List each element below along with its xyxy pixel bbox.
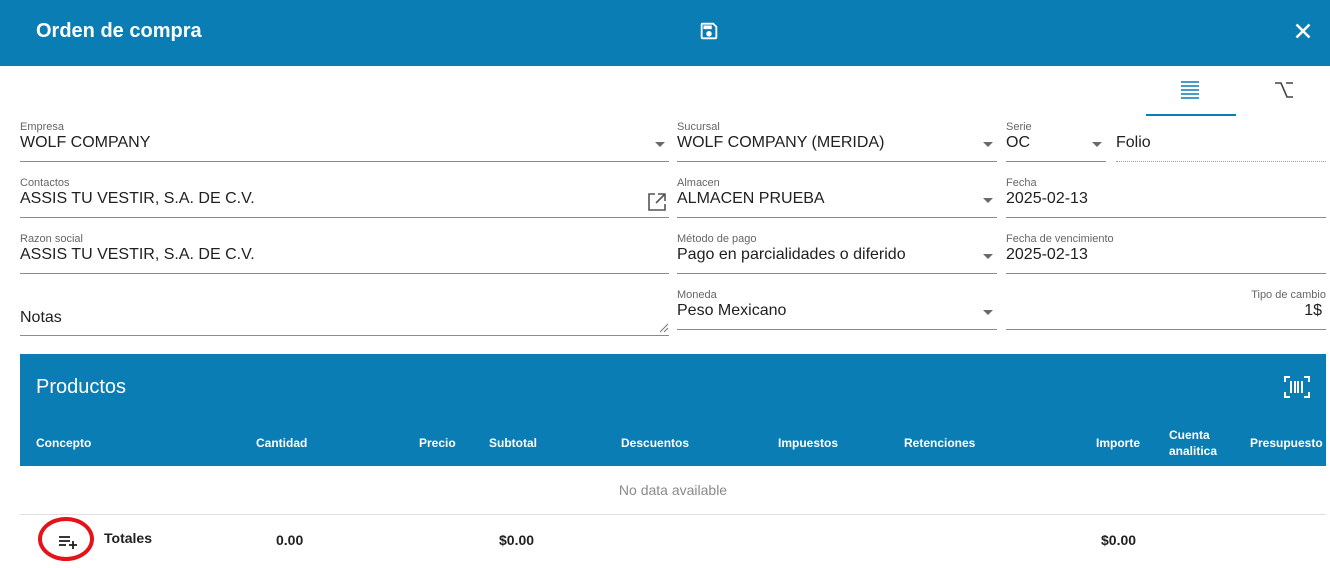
almacen-select[interactable]: Almacen ALMACEN PRUEBA xyxy=(677,177,997,219)
field-underline xyxy=(1116,161,1326,163)
field-underline xyxy=(1006,217,1326,218)
razon-social-label: Razon social xyxy=(20,233,83,245)
chevron-down-icon xyxy=(983,198,993,203)
chevron-down-icon xyxy=(983,254,993,259)
razon-social-value: ASSIS TU VESTIR, S.A. DE C.V. xyxy=(20,246,255,263)
moneda-label: Moneda xyxy=(677,289,717,301)
notas-placeholder: Notas xyxy=(20,309,62,326)
fecha-label: Fecha xyxy=(1006,177,1037,189)
chevron-down-icon xyxy=(983,310,993,315)
add-line-button[interactable] xyxy=(38,517,94,561)
column-header-cuenta-analitica[interactable]: Cuenta analitica xyxy=(1169,427,1217,459)
field-underline xyxy=(20,273,669,274)
tab-list-view[interactable] xyxy=(1146,70,1236,116)
tab-alt-view[interactable] xyxy=(1240,70,1330,114)
fecha-field[interactable]: Fecha 2025-02-13 xyxy=(1006,177,1326,219)
save-icon xyxy=(700,22,718,40)
chevron-down-icon xyxy=(1092,142,1102,147)
resize-grip-icon[interactable] xyxy=(659,323,669,333)
empresa-select[interactable]: Empresa WOLF COMPANY xyxy=(20,121,669,163)
column-header-descuentos[interactable]: Descuentos xyxy=(621,436,689,450)
column-header-presupuesto[interactable]: Presupuesto xyxy=(1250,436,1323,450)
field-underline xyxy=(20,161,669,162)
tipo-cambio-label: Tipo de cambio xyxy=(1251,289,1326,301)
field-underline xyxy=(677,329,997,330)
external-link-icon[interactable] xyxy=(647,192,667,212)
view-tabs xyxy=(1146,70,1330,116)
barcode-scan-icon xyxy=(1284,376,1310,398)
products-header: Productos Concepto Cantidad Precio Subto… xyxy=(20,354,1326,466)
column-header-precio[interactable]: Precio xyxy=(419,436,456,450)
totals-subtotal: $0.00 xyxy=(499,532,535,548)
fecha-value: 2025-02-13 xyxy=(1006,190,1088,207)
almacen-label: Almacen xyxy=(677,177,720,189)
column-header-cuenta-line1: Cuenta xyxy=(1169,428,1210,442)
save-button[interactable] xyxy=(698,20,722,44)
fecha-vencimiento-value: 2025-02-13 xyxy=(1006,246,1088,263)
tipo-cambio-value: 1$ xyxy=(1304,302,1322,319)
sucursal-select[interactable]: Sucursal WOLF COMPANY (MERIDA) xyxy=(677,121,997,163)
field-underline xyxy=(1006,161,1106,162)
metodo-pago-label: Método de pago xyxy=(677,233,757,245)
products-title: Productos xyxy=(36,376,127,398)
fecha-vencimiento-field[interactable]: Fecha de vencimiento 2025-02-13 xyxy=(1006,233,1326,275)
chevron-down-icon xyxy=(983,142,993,147)
field-underline xyxy=(1006,273,1326,274)
field-underline xyxy=(1006,329,1326,330)
sucursal-value: WOLF COMPANY (MERIDA) xyxy=(677,134,885,151)
field-underline xyxy=(677,161,997,162)
field-underline xyxy=(677,273,997,274)
column-header-concepto[interactable]: Concepto xyxy=(36,436,91,450)
serie-value: OC xyxy=(1006,134,1030,151)
column-header-impuestos[interactable]: Impuestos xyxy=(778,436,838,450)
totals-label: Totales xyxy=(104,530,152,546)
empty-table-message: No data available xyxy=(20,466,1326,515)
totals-importe: $0.00 xyxy=(1101,532,1137,548)
field-underline xyxy=(677,217,997,218)
contactos-field[interactable]: Contactos ASSIS TU VESTIR, S.A. DE C.V. xyxy=(20,177,669,219)
serie-label: Serie xyxy=(1006,121,1032,133)
metodo-pago-select[interactable]: Método de pago Pago en parcialidades o d… xyxy=(677,233,997,275)
metodo-pago-value: Pago en parcialidades o diferido xyxy=(677,246,906,263)
field-underline xyxy=(20,335,669,336)
column-header-cantidad[interactable]: Cantidad xyxy=(256,436,307,450)
playlist-add-icon xyxy=(59,536,77,549)
products-panel: Productos Concepto Cantidad Precio Subto… xyxy=(20,354,1326,568)
notas-textarea[interactable]: Notas xyxy=(20,295,669,337)
barcode-scan-button[interactable] xyxy=(1284,376,1310,403)
fecha-vencimiento-label: Fecha de vencimiento xyxy=(1006,233,1114,245)
contactos-value: ASSIS TU VESTIR, S.A. DE C.V. xyxy=(20,190,255,207)
column-header-subtotal[interactable]: Subtotal xyxy=(489,436,537,450)
serie-select[interactable]: Serie OC xyxy=(1006,121,1106,163)
moneda-value: Peso Mexicano xyxy=(677,302,787,319)
field-underline xyxy=(20,217,669,218)
totals-row: Totales 0.00 $0.00 $0.00 xyxy=(20,515,1326,568)
column-header-cuenta-line2: analitica xyxy=(1169,444,1218,458)
moneda-select[interactable]: Moneda Peso Mexicano xyxy=(677,289,997,331)
folio-input[interactable]: Folio xyxy=(1116,121,1326,163)
close-icon xyxy=(1295,23,1311,39)
dialog-title: Orden de compra xyxy=(36,20,202,42)
tipo-cambio-field[interactable]: Tipo de cambio 1$ xyxy=(1006,289,1326,331)
list-view-icon xyxy=(1181,81,1199,99)
column-header-retenciones[interactable]: Retenciones xyxy=(904,436,975,450)
totals-cantidad: 0.00 xyxy=(276,532,304,548)
dialog-toolbar: Orden de compra xyxy=(0,0,1330,66)
contactos-label: Contactos xyxy=(20,177,70,189)
alt-view-icon xyxy=(1275,82,1293,98)
razon-social-field[interactable]: Razon social ASSIS TU VESTIR, S.A. DE C.… xyxy=(20,233,669,275)
close-button[interactable] xyxy=(1290,18,1316,44)
sucursal-label: Sucursal xyxy=(677,121,720,133)
folio-placeholder: Folio xyxy=(1116,134,1151,151)
chevron-down-icon xyxy=(655,142,665,147)
column-header-importe[interactable]: Importe xyxy=(1096,436,1140,450)
empresa-value: WOLF COMPANY xyxy=(20,134,151,151)
almacen-value: ALMACEN PRUEBA xyxy=(677,190,825,207)
empresa-label: Empresa xyxy=(20,121,65,133)
